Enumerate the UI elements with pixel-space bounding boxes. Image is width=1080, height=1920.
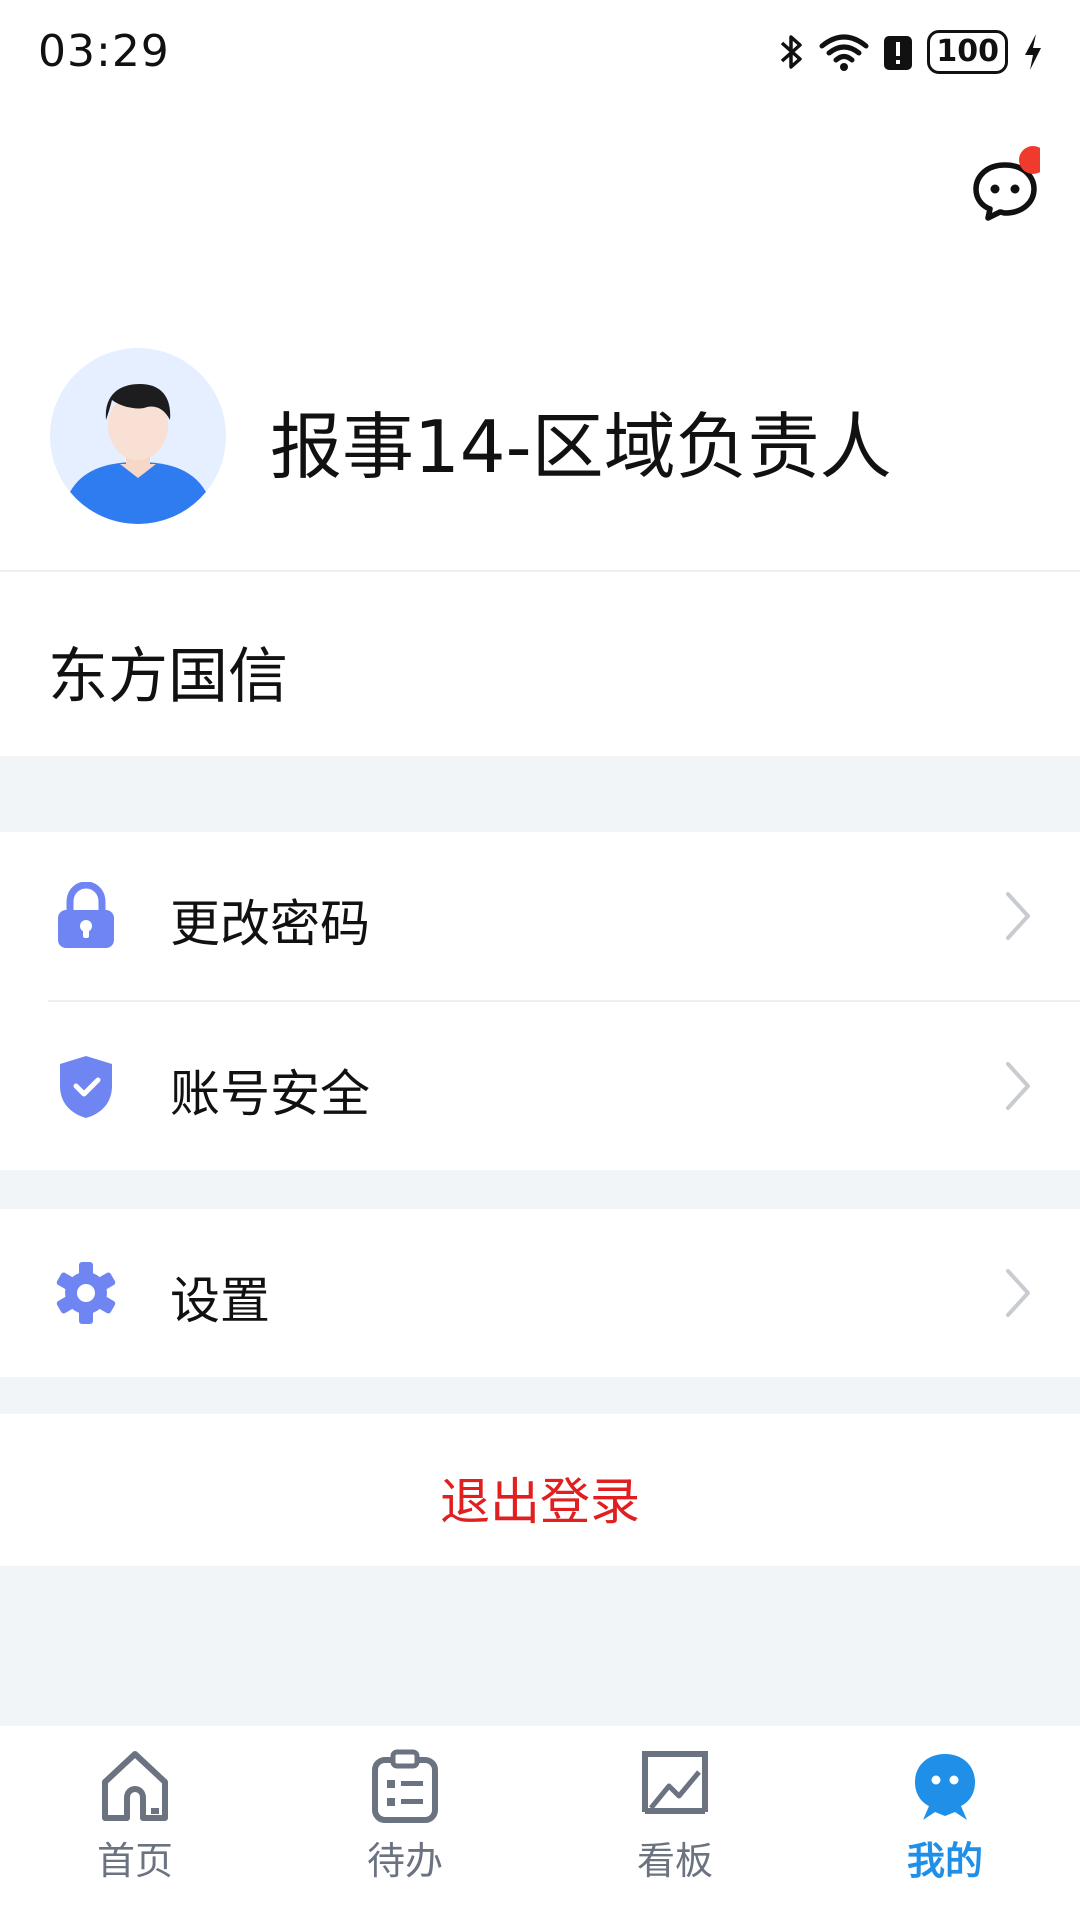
user-avatar-icon	[50, 348, 226, 524]
battery-icon: 100	[927, 30, 1008, 74]
change-password-label: 更改密码	[170, 895, 370, 953]
lock-icon	[58, 882, 114, 948]
bottom-tab-bar: 首页 待办 看板 我的	[0, 1726, 1080, 1920]
tab-mine[interactable]: 我的	[810, 1726, 1080, 1920]
settings-label: 设置	[170, 1272, 270, 1330]
charging-icon	[1025, 34, 1041, 70]
logout-label: 退出登录	[440, 1473, 640, 1531]
settings-menu-group: 设置	[0, 1209, 1080, 1377]
tab-todo-label: 待办	[366, 1839, 443, 1883]
tab-dashboard[interactable]: 看板	[540, 1726, 810, 1920]
change-password-row[interactable]: 更改密码	[0, 832, 1080, 1000]
shield-icon	[60, 1056, 112, 1118]
profile-icon	[915, 1754, 975, 1820]
chat-bubble-icon	[973, 146, 1047, 221]
wifi-icon	[819, 34, 869, 71]
user-name: 报事14-区域负责人	[270, 405, 892, 489]
settings-row[interactable]: 设置	[0, 1209, 1080, 1377]
bluetooth-icon	[781, 35, 803, 69]
tab-dashboard-label: 看板	[636, 1839, 713, 1883]
tab-todo[interactable]: 待办	[270, 1726, 540, 1920]
tab-mine-label: 我的	[906, 1839, 983, 1883]
alert-icon	[884, 36, 913, 70]
tab-home-label: 首页	[96, 1839, 173, 1883]
status-time: 03:29	[38, 26, 170, 77]
chevron-right-icon	[1006, 1269, 1030, 1317]
avatar[interactable]	[50, 348, 226, 524]
home-icon	[102, 1751, 168, 1821]
chart-icon	[639, 1751, 711, 1820]
tab-home[interactable]: 首页	[0, 1726, 270, 1920]
account-security-row[interactable]: 账号安全	[0, 1002, 1080, 1170]
status-icons: 100	[779, 30, 1044, 74]
account-menu-group: 更改密码 账号安全	[0, 832, 1080, 1170]
logout-button[interactable]: 退出登录	[0, 1414, 1080, 1566]
account-security-label: 账号安全	[170, 1065, 370, 1123]
chevron-right-icon	[1006, 1062, 1030, 1110]
organization-name: 东方国信	[48, 642, 288, 712]
chevron-right-icon	[1006, 892, 1030, 940]
message-button[interactable]	[970, 145, 1047, 225]
clipboard-icon	[372, 1749, 438, 1823]
gear-icon	[56, 1262, 116, 1324]
